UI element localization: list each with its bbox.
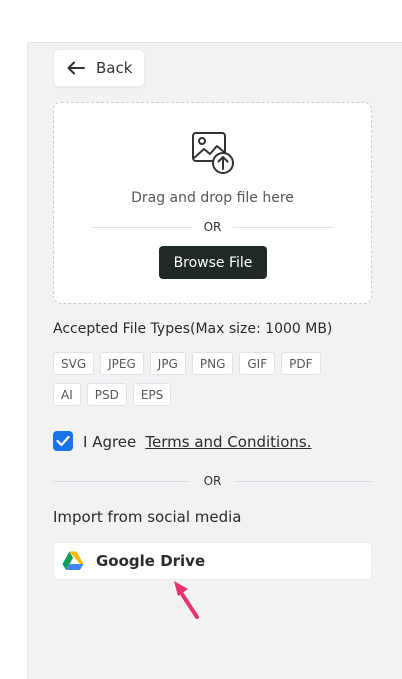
file-type-chip: AI [53,383,81,406]
back-label: Back [96,59,133,77]
accepted-types-title: Accepted File Types(Max size: 1000 MB) [53,321,333,337]
agree-text: I Agree [83,432,137,451]
file-type-chip: PDF [281,352,321,375]
annotation-arrow-icon [174,581,199,619]
drag-drop-text: Drag and drop file here [131,190,294,206]
checkmark-icon [56,435,70,447]
google-drive-label: Google Drive [96,552,206,570]
agree-terms-row: I Agree Terms and Conditions. [53,431,311,451]
or-label: OR [203,220,222,234]
file-type-chip: SVG [53,352,95,375]
back-button[interactable]: Back [53,49,145,87]
divider-line [233,226,334,228]
divider-line [53,480,190,482]
file-type-chip: GIF [239,352,276,375]
file-type-chip: PNG [191,352,234,375]
file-type-chip: JPG [149,352,186,375]
or-label: OR [203,474,222,488]
import-social-title: Import from social media [53,508,242,526]
file-type-chip: EPS [132,383,172,406]
agree-checkbox[interactable] [53,431,73,451]
google-drive-icon [62,551,84,570]
google-drive-button[interactable]: Google Drive [53,542,372,580]
dropzone-or-divider: OR [92,219,334,235]
image-upload-icon [192,132,234,174]
or-divider: OR [53,473,373,489]
browse-file-button[interactable]: Browse File [159,246,267,279]
file-dropzone[interactable]: Drag and drop file here OR Browse File [53,102,372,304]
divider-line [92,226,192,228]
file-type-chip: PSD [86,383,127,406]
file-type-chip: JPEG [100,352,144,375]
file-type-chips: SVG JPEG JPG PNG GIF PDF AI PSD EPS [53,352,353,414]
arrow-left-icon [67,61,85,75]
terms-link[interactable]: Terms and Conditions. [145,433,311,451]
divider-line [235,480,373,482]
